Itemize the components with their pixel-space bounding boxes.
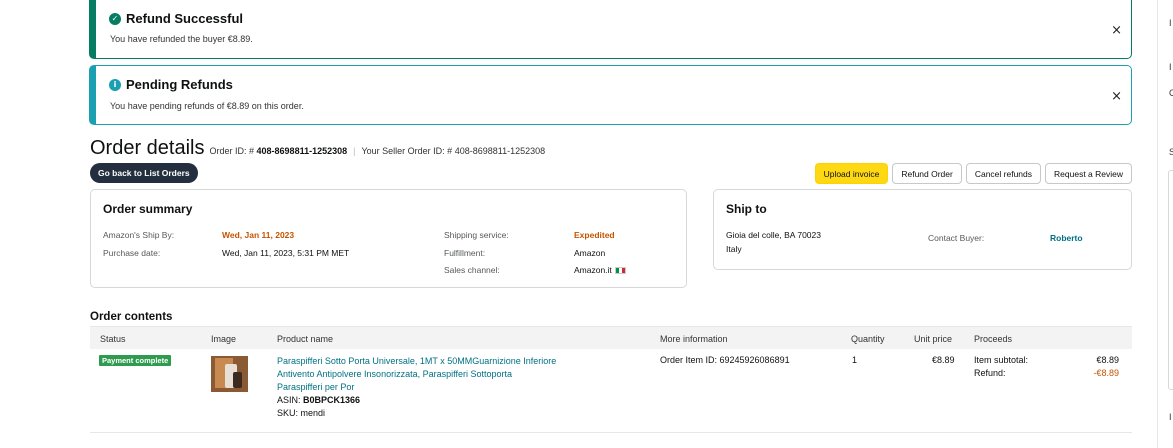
header-more-information: More information: [660, 334, 728, 344]
order-contents-title: Order contents: [90, 311, 173, 323]
alert-title: Pending Refunds: [126, 77, 233, 92]
header-status: Status: [100, 334, 126, 344]
asin: ASIN: B0BPCK1366: [277, 395, 360, 405]
alert-header: i Pending Refunds: [109, 77, 233, 92]
alert-header: ✓ Refund Successful: [109, 11, 243, 26]
order-contents-table: Status Image Product name More informati…: [90, 326, 1132, 433]
seller-order-id-label: Your Seller Order ID: #: [361, 146, 453, 156]
contact-buyer-link[interactable]: Roberto: [1050, 233, 1083, 243]
back-to-list-orders-button[interactable]: Go back to List Orders: [90, 163, 198, 183]
check-circle-icon: ✓: [109, 12, 121, 25]
side-panel-text: I: [1169, 62, 1172, 72]
info-circle-icon: i: [109, 78, 121, 91]
side-panel-box: [1168, 170, 1173, 390]
product-name-line: Paraspifferi per Por: [277, 382, 355, 392]
order-id: Order ID: # 408-8698811-1252308: [210, 146, 348, 156]
product-name-line: Paraspifferi Sotto Porta Universale, 1MT…: [277, 356, 557, 366]
fulfillment-label: Fulfillment:: [444, 248, 486, 258]
ship-to-title: Ship to: [726, 202, 767, 216]
order-header: Order details Order ID: # 408-8698811-12…: [90, 137, 545, 160]
shipping-service-label: Shipping service:: [444, 230, 509, 240]
italy-flag-icon: [614, 267, 626, 274]
header-image: Image: [211, 334, 237, 344]
table-header: Status Image Product name More informati…: [90, 326, 1132, 349]
divider: |: [353, 146, 356, 156]
seller-order-id-value: 408-8698811-1252308: [454, 146, 546, 156]
alert-message: You have refunded the buyer €8.89.: [110, 34, 253, 44]
sku-label: SKU:: [277, 408, 299, 418]
order-actions-toolbar: Upload invoice Refund Order Cancel refun…: [814, 163, 1132, 184]
sku-value: mendi: [300, 408, 326, 418]
page-title: Order details: [90, 137, 205, 159]
table-row: Payment complete Paraspifferi Sotto Port…: [90, 349, 1132, 433]
alert-message: You have pending refunds of €8.89 on thi…: [110, 101, 304, 111]
sales-channel-text: Amazon.it: [574, 265, 612, 275]
order-item-id: Order Item ID: 69245926086891: [660, 355, 790, 365]
ship-by-label: Amazon's Ship By:: [103, 230, 175, 240]
refund-successful-alert: ✓ Refund Successful You have refunded th…: [89, 0, 1132, 59]
order-id-value: 408-8698811-1252308: [256, 146, 348, 156]
product-name-link[interactable]: Paraspifferi Sotto Porta Universale, 1MT…: [277, 355, 597, 394]
order-summary-card: Order summary Amazon's Ship By: Wed, Jan…: [90, 189, 687, 288]
seller-order-id: Your Seller Order ID: # 408-8698811-1252…: [361, 146, 545, 156]
sales-channel-label: Sales channel:: [444, 265, 500, 275]
upload-invoice-button[interactable]: Upload invoice: [814, 163, 889, 184]
refund-order-button[interactable]: Refund Order: [892, 163, 962, 184]
fulfillment-value: Amazon: [574, 248, 606, 258]
item-subtotal-label: Item subtotal:: [974, 355, 1029, 365]
side-panel-text: I: [1169, 412, 1172, 422]
refund-label: Refund:: [974, 368, 1006, 378]
purchase-date-value: Wed, Jan 11, 2023, 5:31 PM MET: [222, 248, 350, 258]
header-unit-price: Unit price: [914, 334, 953, 344]
purchase-date-label: Purchase date:: [103, 248, 161, 258]
side-panel-text: C: [1169, 88, 1173, 98]
close-icon[interactable]: ×: [1111, 23, 1122, 38]
order-summary-title: Order summary: [103, 202, 193, 216]
pending-refunds-alert: i Pending Refunds You have pending refun…: [89, 65, 1132, 125]
side-panel-text: I: [1169, 18, 1172, 28]
ship-by-value: Wed, Jan 11, 2023: [222, 230, 295, 240]
unit-price-value: €8.89: [932, 355, 955, 365]
header-proceeds: Proceeds: [974, 334, 1013, 344]
side-panel-text: S: [1169, 147, 1173, 157]
alert-title: Refund Successful: [126, 11, 244, 26]
ship-to-card: Ship to Gioia del colle, BA 70023 Italy …: [713, 189, 1132, 270]
asin-value: B0BPCK1366: [303, 395, 361, 405]
product-name-line: Antivento Antipolvere Insonorizzata, Par…: [277, 369, 512, 379]
status-badge: Payment complete: [99, 355, 172, 366]
request-review-button[interactable]: Request a Review: [1045, 163, 1132, 184]
cancel-refunds-button[interactable]: Cancel refunds: [965, 163, 1042, 184]
header-quantity: Quantity: [851, 334, 885, 344]
address-line-1: Gioia del colle, BA 70023: [726, 230, 821, 240]
asin-label: ASIN:: [277, 395, 301, 405]
refund-value: -€8.89: [1093, 368, 1119, 378]
address-line-2: Italy: [726, 244, 742, 254]
sku: SKU: mendi: [277, 408, 325, 418]
shipping-service-value: Expedited: [574, 230, 615, 240]
close-icon[interactable]: ×: [1111, 89, 1122, 104]
item-subtotal-value: €8.89: [1096, 355, 1119, 365]
header-product-name: Product name: [277, 334, 334, 344]
product-image[interactable]: [211, 356, 248, 392]
order-id-label: Order ID: #: [209, 146, 255, 156]
quantity-value: 1: [852, 355, 858, 365]
sales-channel-value: Amazon.it: [574, 265, 626, 275]
contact-buyer-label: Contact Buyer:: [928, 233, 985, 243]
